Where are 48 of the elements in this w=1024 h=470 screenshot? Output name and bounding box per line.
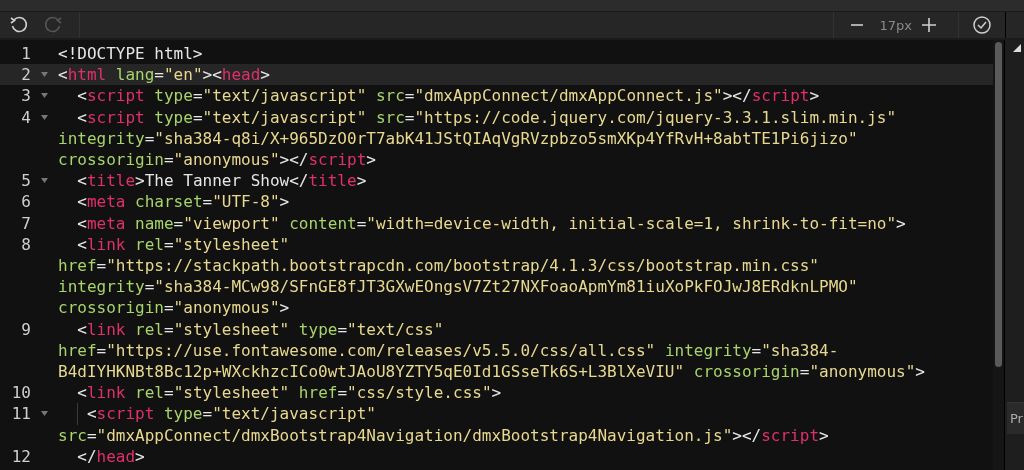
scrollbar-thumb[interactable] — [995, 42, 1002, 367]
code-line: href="https://use.fontawesome.com/releases/v5.5.0/css/all.css" integrity="sha384- — [58, 339, 840, 362]
code-line: <title>The Tanner Show</title> — [76, 170, 368, 192]
code-line: href="https://stackpath.bootstrapcdn.com/bootstrap/4.1.3/css/bootstrap.min.css" — [58, 255, 820, 277]
fold-arrow-icon[interactable] — [41, 72, 48, 78]
code-line: integrity="sha384-q8i/X+965DzO0rT7abK41JStQIAqVgRVzpbzo5smXKp4YfRvH+8abtTE1Pi6jizo" — [58, 127, 859, 149]
undo-icon — [9, 15, 29, 35]
line-number: 5 — [20, 170, 31, 192]
code-line: src="dmxAppConnect/dmxBootstrap4Navigation/dmxBootstrap4Navigation.js"></script> — [58, 424, 830, 446]
line-number: 2 — [20, 64, 31, 86]
line-number: 7 — [20, 212, 31, 234]
scrollbar[interactable] — [993, 40, 1004, 470]
fold-arrow-icon[interactable] — [41, 114, 48, 120]
code-line: <!DOCTYPE html> — [58, 43, 204, 65]
code-line: </head> — [76, 445, 146, 468]
code-line: <html lang="en"><head> — [58, 64, 271, 86]
line-number: 11 — [10, 403, 31, 425]
redo-icon — [43, 15, 63, 35]
fold-arrow-icon[interactable] — [41, 93, 48, 99]
code-line: B4dIYHKNBt8Bc12p+WXckhzcICo0wtJAoU8YZTY5qE0Id1GSseTk6S+L3BlXeVIU" crossorigin="anonymous"> — [58, 361, 926, 383]
code-line: crossorigin="anonymous"> — [58, 297, 291, 319]
line-number: 1 — [20, 43, 31, 65]
fold-arrow-icon[interactable] — [41, 411, 48, 417]
font-size-label: 17px — [879, 17, 912, 33]
code-line: <link rel="stylesheet" href="css/style.css"> — [76, 382, 503, 404]
undo-button[interactable] — [9, 15, 29, 35]
line-number: 8 — [20, 233, 31, 256]
plus-icon — [921, 17, 937, 33]
line-number: 4 — [20, 106, 31, 128]
panel-tab[interactable]: Pr — [1007, 402, 1024, 434]
code-line: <meta charset="UTF-8"> — [76, 191, 291, 213]
line-number: 9 — [20, 318, 31, 340]
line-number: 12 — [10, 445, 31, 468]
code-line: <link rel="stylesheet" — [76, 233, 291, 256]
zoom-in-button[interactable] — [920, 16, 938, 34]
code-line: <script type="text/javascript" src="dmxAppConnect/dmxAppConnect.js"></script> — [76, 85, 821, 107]
code-line: crossorigin="anonymous"></script> — [58, 149, 377, 171]
line-number: 6 — [20, 191, 31, 213]
check-circle-icon — [972, 15, 992, 35]
code-line: <link rel="stylesheet" type="text/css" — [76, 318, 445, 340]
line-number: 10 — [10, 382, 31, 404]
check-button[interactable] — [958, 12, 1006, 38]
code-line: <meta name="viewport" content="width=device-width, initial-scale=1, shrink-to-fit=no"> — [76, 212, 907, 234]
code-line: <script type="text/javascript" src="https://code.jquery.com/jquery-3.3.1.slim.min.js" — [76, 106, 898, 128]
code-line: integrity="sha384-MCw98/SFnGE8fJT3GXwEOngsV7Zt27NXFoaoApmYm81iuXoPkFOJwJ8ERdknLPMO" — [58, 276, 859, 298]
fold-arrow-icon[interactable] — [41, 178, 48, 184]
corner-icon — [1013, 44, 1021, 52]
line-number: 3 — [20, 85, 31, 107]
